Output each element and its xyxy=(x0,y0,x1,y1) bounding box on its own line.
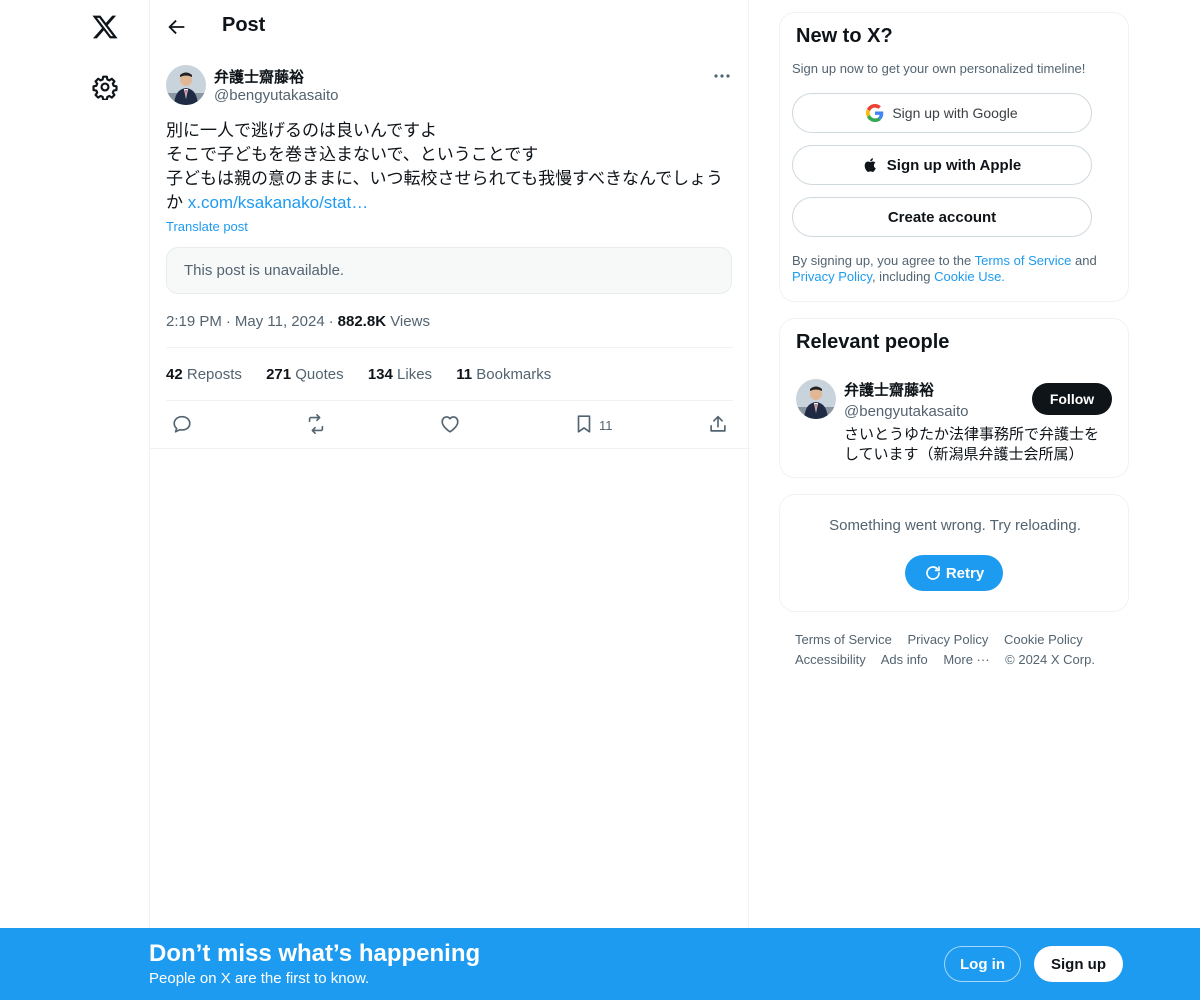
gear-icon[interactable] xyxy=(92,74,118,100)
footer-links: Terms of Service Privacy Policy Cookie P… xyxy=(795,630,1125,670)
privacy-link[interactable]: Privacy Policy xyxy=(792,269,872,284)
reposts-stat[interactable]: 42 Reposts xyxy=(166,366,242,383)
sign-up-apple-button[interactable]: Sign up with Apple xyxy=(792,145,1092,185)
sign-up-button[interactable]: Sign up xyxy=(1034,946,1123,982)
avatar[interactable] xyxy=(796,379,836,419)
post-meta: 2:19 PM · May 11, 2024 · 882.8K Views xyxy=(166,313,430,330)
sign-up-google-button[interactable]: Sign up with Google xyxy=(792,93,1092,133)
banner-subtitle: People on X are the first to know. xyxy=(149,970,370,987)
author-handle[interactable]: @bengyutakasaito xyxy=(214,87,338,104)
main-column: Post 弁護士齋藤裕 @bengyutakasaito 別に一人で逃げるのは良… xyxy=(149,0,750,1000)
footer-link[interactable]: Ads info xyxy=(881,652,928,667)
footer-link[interactable]: Privacy Policy xyxy=(907,632,988,647)
banner-title: Don’t miss what’s happening xyxy=(149,940,481,967)
refresh-icon xyxy=(926,566,940,580)
card-title: Relevant people xyxy=(796,331,950,353)
relevant-people-card: Relevant people 弁護士齋藤裕 @bengyutakasaito … xyxy=(779,318,1129,478)
share-icon[interactable] xyxy=(707,413,729,435)
footer-link[interactable]: Terms of Service xyxy=(795,632,892,647)
bookmark-icon[interactable] xyxy=(573,413,595,435)
post-header: Post xyxy=(150,0,750,54)
avatar[interactable] xyxy=(166,65,206,105)
more-options-icon[interactable] xyxy=(712,66,732,86)
retry-button[interactable]: Retry xyxy=(905,555,1003,591)
error-card: Something went wrong. Try reloading. Ret… xyxy=(779,494,1129,612)
arrow-left-icon[interactable] xyxy=(166,16,188,38)
post-text-line: 子どもは親の意のままに、いつ転校させられても我慢すべきなんでしょう xyxy=(166,169,724,188)
unavailable-message: This post is unavailable. xyxy=(184,262,345,279)
x-logo-icon[interactable] xyxy=(91,13,119,41)
post-link[interactable]: x.com/ksakanako/stat… xyxy=(188,193,368,212)
error-message: Something went wrong. Try reloading. xyxy=(829,517,1081,534)
divider xyxy=(166,347,733,348)
person-handle[interactable]: @bengyutakasaito xyxy=(844,403,968,420)
translate-post-link[interactable]: Translate post xyxy=(166,219,248,234)
left-nav xyxy=(0,0,150,1000)
post-text-line: か xyxy=(166,193,188,212)
views-label: Views xyxy=(390,313,430,330)
footer-link[interactable]: Accessibility xyxy=(795,652,866,667)
copyright: © 2024 X Corp. xyxy=(1005,652,1095,667)
reply-icon[interactable] xyxy=(171,413,193,435)
views-count: 882.8K xyxy=(337,313,387,330)
card-title: New to X? xyxy=(796,25,893,47)
page-title: Post xyxy=(222,14,266,36)
apple-icon xyxy=(864,158,876,172)
repost-icon[interactable] xyxy=(305,413,327,435)
cookie-link[interactable]: Cookie Use. xyxy=(934,269,1005,284)
card-subtitle: Sign up now to get your own personalized… xyxy=(792,61,1086,76)
divider xyxy=(166,400,733,401)
likes-stat[interactable]: 134 Likes xyxy=(368,366,432,383)
quotes-stat[interactable]: 271 Quotes xyxy=(266,366,344,383)
terms-link[interactable]: Terms of Service xyxy=(975,253,1072,268)
post-text: 別に一人で逃げるのは良いんですよ そこで子どもを巻き込まないで、ということです … xyxy=(166,119,736,215)
follow-button[interactable]: Follow xyxy=(1032,383,1112,415)
footer-link[interactable]: Cookie Policy xyxy=(1004,632,1083,647)
signup-banner: Don’t miss what’s happening People on X … xyxy=(0,928,1200,1000)
divider xyxy=(150,448,750,449)
like-icon[interactable] xyxy=(439,413,461,435)
create-account-button[interactable]: Create account xyxy=(792,197,1092,237)
bookmark-count: 11 xyxy=(599,418,613,433)
post-text-line: そこで子どもを巻き込まないで、ということです xyxy=(166,145,539,164)
person-bio: さいとうゆたか法律事務所で弁護士をしています（新潟県弁護士会所属） xyxy=(844,426,1100,463)
google-icon xyxy=(866,104,884,122)
post-stats: 42 Reposts 271 Quotes 134 Likes 11 Bookm… xyxy=(166,366,571,383)
post-date[interactable]: May 11, 2024 xyxy=(235,313,325,330)
post-time[interactable]: 2:19 PM xyxy=(166,313,222,330)
new-to-x-card: New to X? Sign up now to get your own pe… xyxy=(779,12,1129,302)
footer-link[interactable]: More ··· xyxy=(943,652,989,667)
log-in-button[interactable]: Log in xyxy=(944,946,1021,982)
post-text-line: 別に一人で逃げるのは良いんですよ xyxy=(166,121,438,140)
quoted-post-unavailable: This post is unavailable. xyxy=(166,247,732,294)
bookmarks-stat[interactable]: 11 Bookmarks xyxy=(456,366,551,383)
author-name[interactable]: 弁護士齋藤裕 xyxy=(214,66,304,87)
person-name[interactable]: 弁護士齋藤裕 xyxy=(844,379,934,400)
legal-text: By signing up, you agree to the Terms of… xyxy=(792,253,1097,284)
